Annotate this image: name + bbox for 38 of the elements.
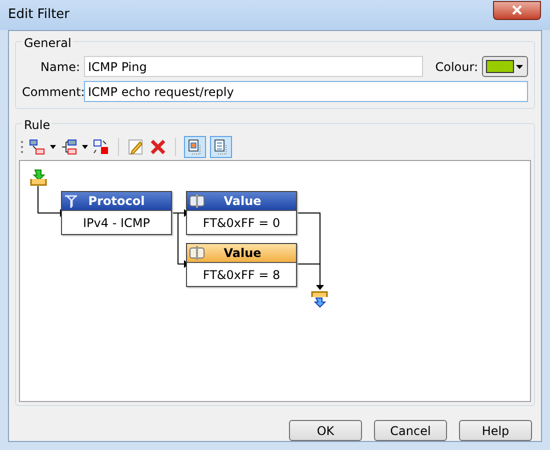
pencil-icon[interactable] [127,138,145,156]
node-body: FT&0xFF = 0 [202,214,282,232]
close-icon [512,5,522,15]
start-icon [30,170,47,186]
colour-label: Colour: [435,58,478,76]
caret-icon[interactable] [50,145,56,149]
comment-field[interactable]: ICMP echo request/reply [84,81,528,102]
swap-node-icon[interactable] [92,138,110,156]
view-toggle[interactable] [210,136,232,158]
node-title: Value [222,193,262,210]
delete-icon[interactable] [149,138,167,156]
branch-node-icon[interactable] [60,138,78,156]
add-node-icon[interactable] [28,138,46,156]
view-toggle[interactable] [184,136,206,158]
grip-icon [21,140,24,154]
document-icon [188,139,202,155]
funnel-icon [64,194,78,208]
node-body: IPv4 - ICMP [82,214,151,232]
document-icon [214,139,228,155]
node-title: Protocol [87,193,146,210]
node-title: Value [222,245,262,262]
colour-picker[interactable] [482,56,528,77]
dialog-button[interactable]: Cancel [374,420,447,441]
filter-node[interactable]: Value FT&0xFF = 8 [186,243,297,287]
filter-node[interactable]: Protocol IPv4 - ICMP [61,191,172,235]
name-label: Name: [40,58,80,76]
filter-node[interactable]: Value FT&0xFF = 0 [186,191,297,235]
close-button[interactable] [493,0,541,20]
dialog-button[interactable]: Help [459,420,532,441]
end-icon [311,291,328,308]
dialog-button[interactable]: OK [289,420,362,441]
caret-icon[interactable] [82,145,88,149]
number-icon [189,246,205,260]
name-field[interactable]: ICMP Ping [84,56,424,77]
number-icon [189,194,205,208]
caret-icon [516,64,523,68]
window-title: Edit Filter [8,6,70,24]
node-body: FT&0xFF = 8 [202,266,282,284]
